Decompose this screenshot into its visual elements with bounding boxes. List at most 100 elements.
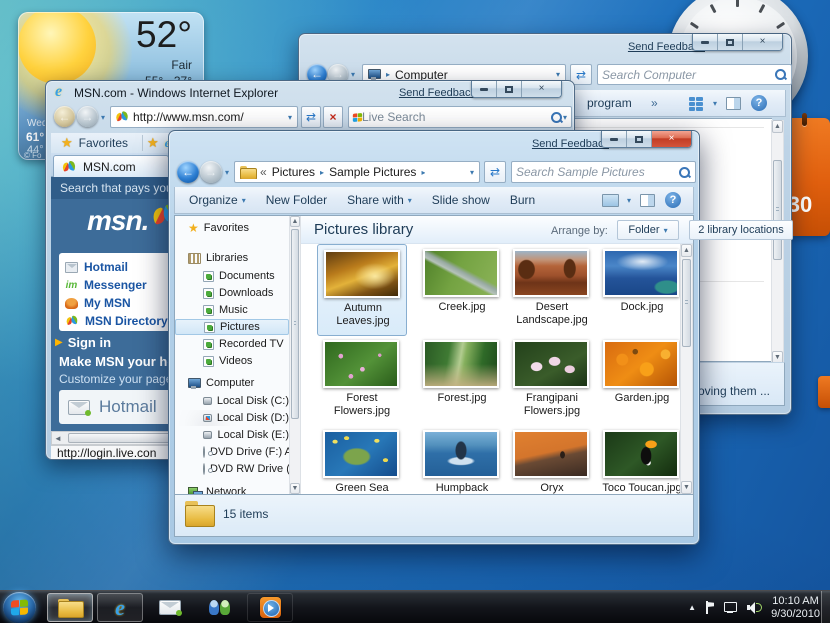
address-url[interactable]: http://www.msn.com/: [133, 110, 244, 124]
nav-scrollbar[interactable]: ▲ ▼: [289, 216, 301, 494]
preview-pane-icon[interactable]: [726, 97, 741, 110]
refresh-button[interactable]: ⇄: [301, 106, 321, 128]
content-scrollbar[interactable]: ▲ ▼: [680, 244, 693, 494]
nav-disk-c[interactable]: Local Disk (C:): [175, 393, 289, 409]
favorites-button[interactable]: Favorites: [79, 136, 128, 150]
chevron-right-icon[interactable]: ▸: [320, 168, 324, 177]
nav-music[interactable]: Music: [175, 302, 289, 318]
show-hidden-icons[interactable]: ▲: [688, 603, 696, 612]
file-item[interactable]: Toco Toucan.jpg: [597, 425, 680, 494]
nav-pictures[interactable]: Pictures: [175, 319, 289, 335]
library-locations-button[interactable]: 2 library locations: [689, 220, 793, 240]
arrange-by-button[interactable]: Folder ▾: [617, 220, 679, 240]
close-button[interactable]: ×: [652, 131, 691, 147]
maximize-button[interactable]: [627, 131, 652, 147]
nav-disk-d[interactable]: Local Disk (D:): [175, 410, 289, 426]
send-feedback-link[interactable]: Send Feedback: [399, 87, 476, 99]
address-bar[interactable]: http://www.msn.com/ ▾: [110, 106, 298, 128]
search-icon[interactable]: [774, 68, 787, 81]
forward-button[interactable]: →: [77, 106, 98, 127]
scroll-down-icon[interactable]: ▼: [290, 483, 300, 494]
link-my-msn[interactable]: My MSN: [65, 294, 131, 312]
gadget-edge[interactable]: [818, 376, 830, 408]
views-icon[interactable]: [602, 194, 619, 207]
file-item[interactable]: Desert Landscape.jpg: [507, 244, 597, 336]
minimize-button[interactable]: [693, 34, 718, 50]
link-hotmail[interactable]: Hotmail: [65, 258, 128, 276]
search-library-input[interactable]: [516, 162, 678, 182]
add-favorite-icon[interactable]: ★: [147, 135, 159, 151]
views-icon[interactable]: [689, 97, 705, 110]
link-messenger[interactable]: im Messenger: [65, 276, 147, 294]
taskbar-media-player-button[interactable]: [247, 593, 293, 622]
nav-recorded-tv[interactable]: Recorded TV: [175, 336, 289, 352]
maximize-button[interactable]: [718, 34, 743, 50]
file-item[interactable]: Dock.jpg: [597, 244, 680, 336]
send-feedback-link[interactable]: Send Feedback: [532, 138, 609, 150]
scroll-up-icon[interactable]: ▲: [290, 216, 300, 227]
chevrons-left-icon[interactable]: «: [260, 165, 267, 179]
taskbar-explorer-button[interactable]: [47, 593, 93, 622]
customize-link[interactable]: Customize your page: [59, 372, 172, 386]
burn-button[interactable]: Burn: [500, 193, 545, 207]
file-item[interactable]: Oryx: [507, 425, 597, 494]
nav-libraries[interactable]: Libraries: [175, 250, 289, 266]
file-item[interactable]: Autumn Leaves.jpg: [317, 244, 407, 336]
show-desktop-button[interactable]: [821, 591, 830, 623]
back-button[interactable]: ←: [54, 106, 75, 127]
new-folder-button[interactable]: New Folder: [256, 193, 337, 207]
slide-show-button[interactable]: Slide show: [422, 193, 500, 207]
file-item[interactable]: Forest Flowers.jpg: [317, 335, 407, 427]
search-icon[interactable]: [678, 166, 691, 179]
file-item[interactable]: Humpback: [417, 425, 507, 494]
tab-msn[interactable]: MSN.com: [53, 155, 169, 177]
nav-videos[interactable]: Videos: [175, 353, 289, 369]
file-item[interactable]: Garden.jpg: [597, 335, 680, 427]
breadcrumb-bar[interactable]: « Pictures ▸ Sample Pictures ▸ ▾: [234, 161, 480, 183]
scroll-thumb[interactable]: [773, 160, 782, 260]
history-dropdown-icon[interactable]: ▾: [101, 113, 105, 122]
link-msn-directory[interactable]: MSN Directory: [65, 312, 168, 330]
nav-dvd-g[interactable]: DVD RW Drive (G:) A: [175, 461, 289, 477]
search-dropdown-icon[interactable]: ▾: [563, 113, 567, 122]
help-icon[interactable]: ?: [751, 95, 767, 111]
file-item[interactable]: Forest.jpg: [417, 335, 507, 427]
nav-favorites[interactable]: ★ Favorites: [175, 220, 289, 236]
history-dropdown-icon[interactable]: ▾: [225, 168, 229, 177]
maximize-button[interactable]: [497, 81, 522, 97]
minimize-button[interactable]: [602, 131, 627, 147]
breadcrumb-pictures[interactable]: Pictures: [272, 165, 315, 179]
preview-pane-icon[interactable]: [640, 194, 655, 207]
chevron-down-icon[interactable]: ▾: [288, 113, 297, 122]
chevron-down-icon[interactable]: ▾: [556, 70, 565, 79]
sign-in-link[interactable]: ▶ Sign in: [55, 335, 111, 350]
nav-network[interactable]: Network: [175, 484, 289, 494]
scroll-thumb[interactable]: [291, 229, 299, 419]
live-search-input[interactable]: [362, 107, 550, 127]
toolbar-overflow-icon[interactable]: »: [651, 96, 658, 110]
back-button[interactable]: ←: [177, 161, 199, 183]
views-dropdown-icon[interactable]: ▾: [627, 196, 631, 205]
views-dropdown-icon[interactable]: ▾: [713, 99, 717, 108]
nav-downloads[interactable]: Downloads: [175, 285, 289, 301]
help-icon[interactable]: ?: [665, 192, 681, 208]
scroll-up-icon[interactable]: ▲: [681, 244, 692, 257]
tray-clock[interactable]: 10:10 AM 9/30/2010: [771, 595, 820, 621]
breadcrumb-sample-pictures[interactable]: Sample Pictures: [329, 165, 416, 179]
scroll-left-icon[interactable]: ◄: [54, 434, 62, 443]
stop-button[interactable]: ×: [323, 106, 343, 128]
start-button[interactable]: [3, 592, 36, 623]
forward-button[interactable]: →: [200, 161, 222, 183]
scroll-thumb[interactable]: [682, 259, 691, 347]
scroll-up-icon[interactable]: ▲: [772, 120, 783, 133]
volume-icon[interactable]: [747, 601, 762, 614]
history-dropdown-icon[interactable]: ▾: [351, 70, 355, 79]
refresh-button[interactable]: ⇄: [484, 161, 506, 183]
chevron-down-icon[interactable]: ▾: [470, 168, 479, 177]
taskbar-mail-button[interactable]: [147, 593, 193, 622]
taskbar-ie-button[interactable]: e: [97, 593, 143, 622]
organize-button[interactable]: Organize▾: [179, 193, 256, 207]
toolbar-partial-label[interactable]: program: [587, 96, 632, 110]
chevron-right-icon[interactable]: ▸: [421, 168, 425, 177]
scroll-down-icon[interactable]: ▼: [681, 481, 692, 494]
